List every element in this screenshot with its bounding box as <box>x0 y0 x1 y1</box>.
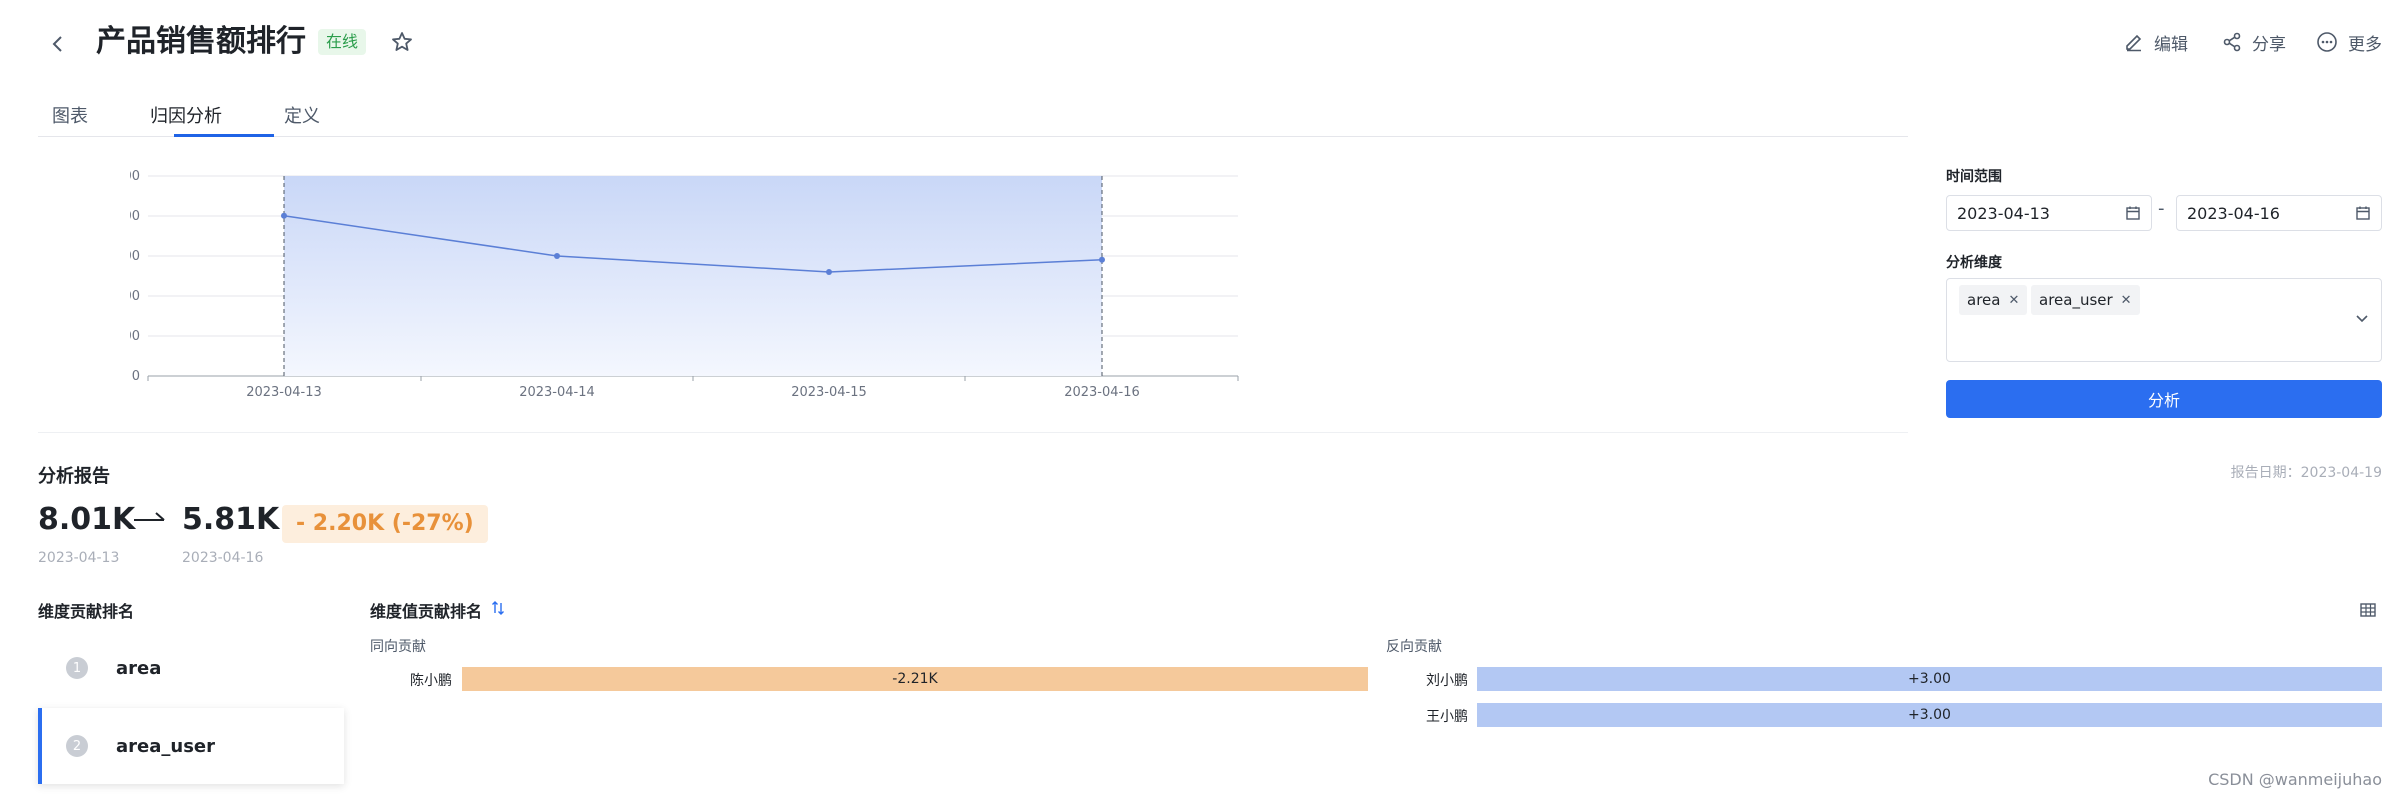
highlight-range <box>284 176 1102 376</box>
value-rank-title: 维度值贡献排名 <box>370 602 483 621</box>
contribution-bar: -2.21K <box>462 667 1368 691</box>
from-date: 2023-04-13 <box>38 550 120 566</box>
y-tick-label: 6,000 <box>130 249 140 264</box>
more-label: 更多 <box>2348 34 2382 55</box>
end-date-value: 2023-04-16 <box>2187 203 2280 223</box>
dim-rank-item[interactable]: 2 area_user <box>38 708 344 784</box>
contribution-bar: +3.00 <box>1477 703 2382 727</box>
bar-name: 陈小鹏 <box>410 673 452 689</box>
report-date: 报告日期：2023-04-19 <box>2230 465 2382 481</box>
bar-name: 刘小鹏 <box>1426 673 1468 689</box>
tab-definition[interactable]: 定义 <box>284 102 320 128</box>
dim-rank-title: 维度贡献排名 <box>38 602 135 621</box>
dimension-chip: area ✕ <box>1959 285 2028 315</box>
data-point <box>554 253 560 259</box>
start-date-input[interactable]: 2023-04-13 <box>1946 195 2152 231</box>
share-icon <box>2223 32 2241 52</box>
x-tick-label: 2023-04-16 <box>1064 385 1140 400</box>
edit-button[interactable]: 编辑 <box>2124 26 2188 58</box>
y-tick-label: 4,000 <box>130 289 140 304</box>
back-icon[interactable] <box>40 26 76 62</box>
page-title: 产品销售额排行 <box>96 24 306 59</box>
dimension-label: 分析维度 <box>1946 255 2002 271</box>
y-tick-label: 10,000 <box>130 169 140 184</box>
chart-divider <box>38 432 1908 433</box>
time-range-label: 时间范围 <box>1946 169 2002 185</box>
status-badge: 在线 <box>318 29 367 55</box>
tab-attribution[interactable]: 归因分析 <box>150 102 222 128</box>
chevron-down-icon[interactable] <box>2355 314 2369 324</box>
x-tick-label: 2023-04-15 <box>791 385 867 400</box>
y-tick-label: 2,000 <box>130 329 140 344</box>
star-icon[interactable] <box>386 26 418 58</box>
analyze-button[interactable]: 分析 <box>1946 380 2382 418</box>
chip-label: area <box>1967 291 2001 309</box>
from-value: 8.01K <box>38 502 136 537</box>
data-point <box>281 212 287 219</box>
more-button[interactable]: 更多 <box>2316 26 2382 58</box>
date-separator: - <box>2158 198 2165 219</box>
tab-chart[interactable]: 图表 <box>52 102 88 128</box>
more-icon <box>2317 32 2337 52</box>
dimension-chip: area_user ✕ <box>2031 285 2140 315</box>
arrow-right-icon <box>134 512 165 521</box>
x-tick-label: 2023-04-13 <box>246 385 322 400</box>
negative-title: 反向贡献 <box>1386 639 1442 655</box>
edit-icon <box>2126 34 2142 52</box>
x-tick-label: 2023-04-14 <box>519 385 595 400</box>
share-label: 分享 <box>2252 34 2286 55</box>
report-title: 分析报告 <box>38 466 110 487</box>
calendar-icon <box>2126 206 2140 220</box>
close-icon[interactable]: ✕ <box>2121 293 2132 308</box>
chip-label: area_user <box>2039 291 2113 309</box>
close-icon[interactable]: ✕ <box>2008 293 2019 308</box>
data-point <box>826 269 832 275</box>
y-tick-label: 8,000 <box>130 209 140 224</box>
rank-label: area <box>116 657 162 679</box>
dim-rank-item[interactable]: 1 area <box>38 630 344 706</box>
start-date-value: 2023-04-13 <box>1957 203 2050 223</box>
data-point <box>1099 256 1105 263</box>
rank-label: area_user <box>116 735 215 757</box>
end-date-input[interactable]: 2023-04-16 <box>2176 195 2382 231</box>
to-date: 2023-04-16 <box>182 550 264 566</box>
positive-title: 同向贡献 <box>370 639 426 655</box>
table-icon[interactable] <box>2358 600 2378 620</box>
rank-number: 2 <box>66 735 88 757</box>
watermark: CSDN @wanmeijuhao <box>2208 770 2382 789</box>
bar-name: 王小鹏 <box>1426 709 1468 725</box>
contribution-bar: +3.00 <box>1477 667 2382 691</box>
delta-badge: - 2.20K (-27%) <box>282 505 488 543</box>
to-value: 5.81K <box>182 502 280 537</box>
calendar-icon <box>2356 206 2370 220</box>
sort-icon[interactable] <box>490 600 506 616</box>
trend-chart: 0 2,000 4,000 6,000 8,000 10,000 2023-04-13 202… <box>130 169 1239 400</box>
share-button[interactable]: 分享 <box>2222 26 2286 58</box>
active-tab-indicator <box>174 134 274 137</box>
tab-bar: 图表 归因分析 定义 <box>38 96 1908 137</box>
dimension-select[interactable]: area ✕ area_user ✕ <box>1946 278 2382 362</box>
rank-number: 1 <box>66 657 88 679</box>
y-tick-label: 0 <box>132 369 140 384</box>
edit-label: 编辑 <box>2154 34 2188 55</box>
